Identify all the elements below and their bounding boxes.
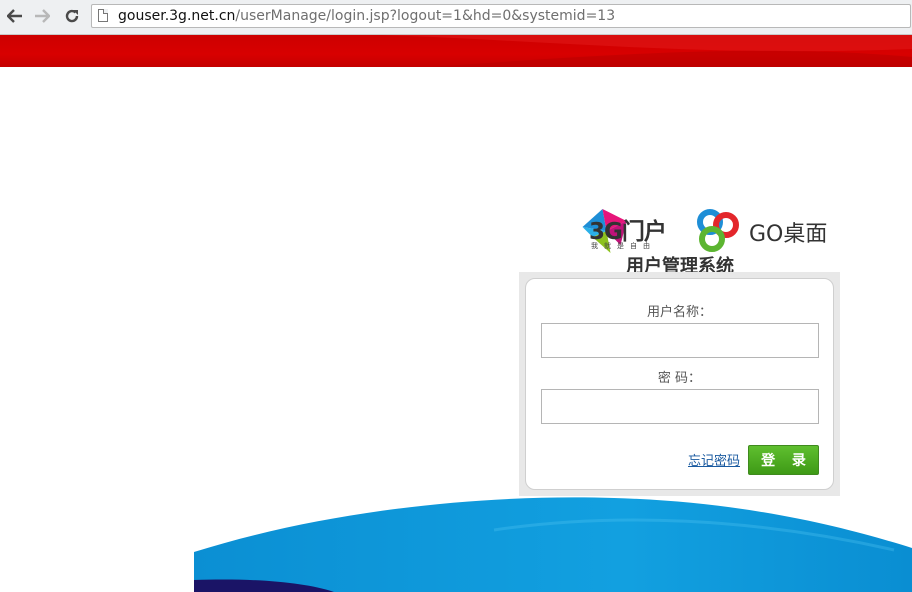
go-launcher-logo-icon xyxy=(697,209,739,252)
url-text: gouser.3g.net.cn/userManage/login.jsp?lo… xyxy=(118,8,615,24)
reload-icon[interactable] xyxy=(60,5,84,27)
url-path: /userManage/login.jsp?logout=1&hd=0&syst… xyxy=(235,8,616,24)
go-launcher-logo-text: GO桌面 xyxy=(749,222,828,247)
forgot-password-link[interactable]: 忘记密码 xyxy=(688,450,740,469)
login-button[interactable]: 登 录 xyxy=(748,445,819,475)
decorative-wave xyxy=(194,497,912,592)
forward-arrow-icon[interactable] xyxy=(30,5,54,27)
browser-toolbar: gouser.3g.net.cn/userManage/login.jsp?lo… xyxy=(0,0,912,35)
top-banner xyxy=(0,35,912,67)
username-label: 用户名称： xyxy=(646,305,712,320)
url-host: gouser.3g.net.cn xyxy=(118,8,236,24)
password-label: 密 码： xyxy=(657,371,702,386)
password-input[interactable] xyxy=(541,389,819,424)
back-arrow-icon[interactable] xyxy=(3,5,27,27)
page-icon xyxy=(98,9,108,22)
username-input[interactable] xyxy=(541,323,819,358)
portal-slogan: 我就是自由 xyxy=(591,242,656,250)
address-bar[interactable]: gouser.3g.net.cn/userManage/login.jsp?lo… xyxy=(91,4,911,28)
login-form: 用户名称： 密 码： 忘记密码 登 录 xyxy=(525,278,834,490)
